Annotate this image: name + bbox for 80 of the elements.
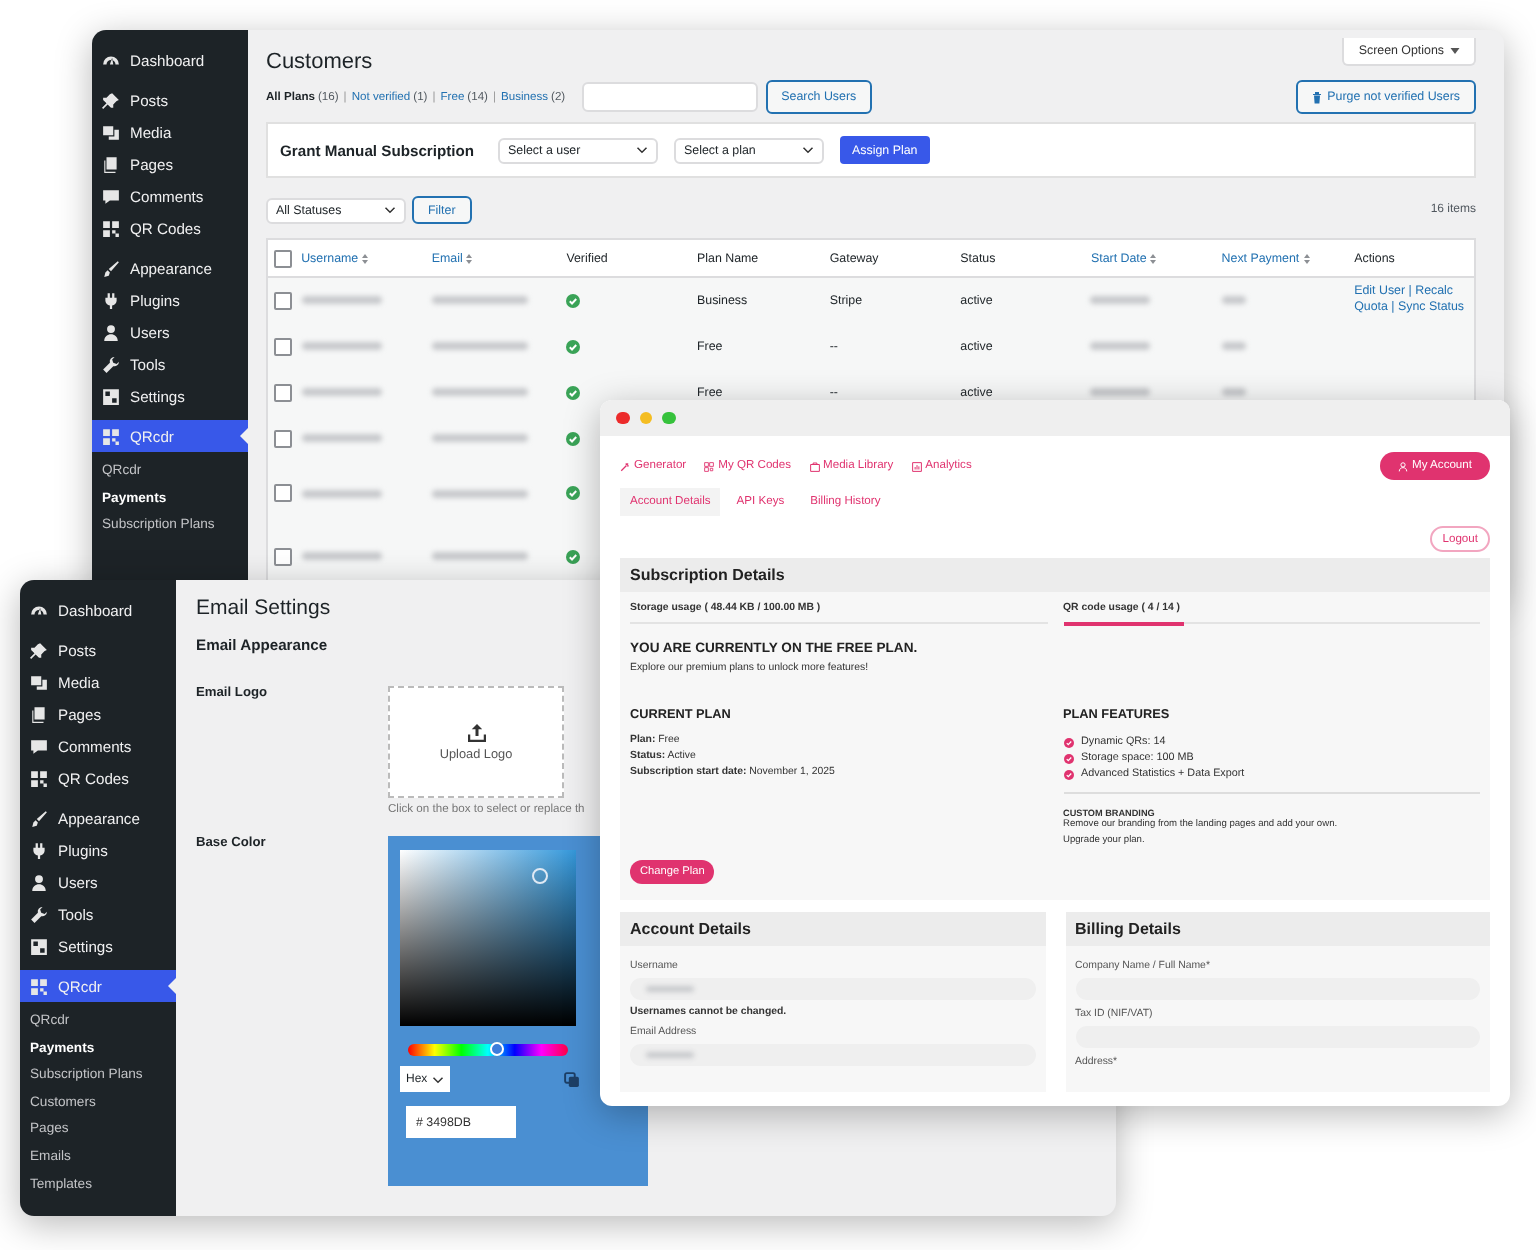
- chevron-icon: [636, 146, 649, 154]
- redacted-text: [431, 552, 528, 561]
- row-checkbox[interactable]: [274, 383, 292, 401]
- user-icon: [102, 323, 120, 341]
- page-title: Customers: [266, 50, 373, 74]
- row-checkbox[interactable]: [274, 429, 292, 447]
- pages-icon: [30, 705, 48, 723]
- page-title: Email Settings: [196, 596, 331, 620]
- folder-icon: [809, 461, 820, 471]
- panel-title: Billing Details: [1065, 912, 1490, 947]
- qr-code-icon: [30, 977, 48, 995]
- check-icon: [1063, 753, 1073, 764]
- redacted-text: [1221, 342, 1246, 350]
- upload-icon: [467, 723, 485, 741]
- chevron-icon: [384, 206, 396, 214]
- copy-icon[interactable]: [564, 1071, 580, 1087]
- redacted-text: [1090, 342, 1151, 350]
- settings-icon: [30, 937, 48, 955]
- chart-icon: [911, 461, 922, 471]
- panel-title: Account Details: [620, 912, 1045, 947]
- check-icon: [1063, 769, 1073, 780]
- gauge-icon: [30, 601, 48, 619]
- wand-icon: [620, 461, 630, 471]
- pages-icon: [102, 155, 120, 173]
- media-icon: [30, 673, 48, 691]
- search-field[interactable]: [581, 82, 758, 112]
- pin-icon: [30, 641, 48, 659]
- redacted-text: [301, 552, 382, 561]
- row-checkbox[interactable]: [274, 547, 292, 566]
- redacted-text: [431, 489, 528, 497]
- redacted-text: [301, 388, 382, 396]
- slider-thumb[interactable]: [489, 1042, 504, 1056]
- qr-code-icon: [30, 769, 48, 787]
- redacted-text: [431, 342, 528, 350]
- row-checkbox[interactable]: [274, 337, 292, 355]
- redacted-text: [1221, 296, 1246, 305]
- redacted-text: [301, 434, 382, 442]
- gauge-icon: [102, 51, 120, 69]
- select-all-checkbox[interactable]: [274, 249, 292, 267]
- settings-icon: [102, 387, 120, 405]
- redacted-text: [431, 434, 528, 442]
- redacted-text: [1090, 296, 1151, 305]
- sort-icon: [1303, 253, 1310, 263]
- pin-icon: [102, 91, 120, 109]
- redacted-text: [301, 342, 382, 350]
- plug-icon: [102, 291, 120, 309]
- panel-title: Subscription Details: [620, 558, 1490, 592]
- row-checkbox[interactable]: [274, 484, 292, 502]
- media-icon: [102, 123, 120, 141]
- wrench-icon: [30, 905, 48, 923]
- brush-icon: [102, 259, 120, 277]
- maximize-button[interactable]: [662, 411, 675, 425]
- brush-icon: [30, 809, 48, 827]
- user-icon: [1398, 461, 1409, 471]
- qr-code-icon: [102, 427, 120, 445]
- user-icon: [30, 873, 48, 891]
- sort-icon: [362, 253, 369, 263]
- redacted-text: [301, 489, 382, 497]
- trash-icon: [1311, 91, 1322, 103]
- chevron-icon: [432, 1075, 444, 1083]
- sort-icon: [466, 253, 473, 263]
- speech-bubble-icon: [102, 187, 120, 205]
- caret-icon: [1450, 48, 1460, 54]
- redacted-text: [431, 388, 528, 396]
- wrench-icon: [102, 355, 120, 373]
- hue-slider[interactable]: [408, 1044, 568, 1056]
- saturation-area[interactable]: [400, 850, 576, 1026]
- row-checkbox[interactable]: [274, 291, 292, 310]
- redacted-text: [431, 296, 528, 305]
- plug-icon: [30, 841, 48, 859]
- qr-code-icon: [704, 461, 715, 471]
- input-field[interactable]: [630, 978, 1035, 1001]
- chevron-icon: [802, 146, 815, 154]
- redacted-text: [301, 296, 382, 305]
- sort-icon: [1150, 253, 1157, 263]
- close-button[interactable]: [616, 411, 629, 425]
- qr-code-icon: [102, 219, 120, 237]
- speech-bubble-icon: [30, 737, 48, 755]
- input-field[interactable]: [630, 1044, 1035, 1067]
- check-icon: [1063, 737, 1073, 748]
